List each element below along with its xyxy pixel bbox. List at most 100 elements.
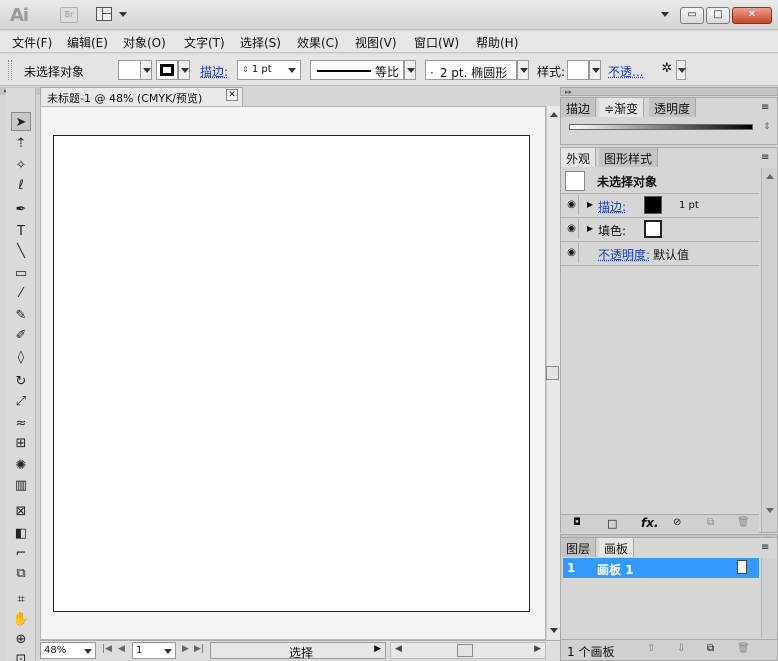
menu-item-5[interactable]: 效果(C) [297, 34, 339, 51]
free-transform-tool-icon[interactable]: ⊞ [11, 434, 31, 453]
menu-item-7[interactable]: 窗口(W) [414, 34, 459, 51]
eraser-tool-icon[interactable]: ◊ [11, 348, 31, 367]
fill-dropdown[interactable] [140, 60, 152, 80]
blend-tool-icon[interactable]: ⧉ [11, 564, 31, 583]
scale-tool-icon[interactable]: ⤢ [11, 392, 31, 411]
appearance-scroll-down-icon[interactable] [766, 508, 774, 513]
menu-item-4[interactable]: 选择(S) [240, 34, 281, 51]
artboards-scrollbar[interactable] [761, 558, 777, 638]
tab-artboards[interactable]: 画板 [599, 538, 634, 557]
column-graph-tool-icon[interactable]: ▥ [11, 476, 31, 495]
document-tab-close-icon[interactable]: ✕ [226, 89, 238, 101]
menu-item-8[interactable]: 帮助(H) [476, 34, 518, 51]
menu-item-6[interactable]: 视图(V) [355, 34, 397, 51]
opacity-link[interactable]: 不透... [608, 63, 643, 80]
recolor-dropdown[interactable] [676, 60, 686, 80]
scroll-down-icon[interactable] [550, 628, 558, 633]
add-effect-icon[interactable]: fx. [641, 516, 659, 530]
delete-artboard-icon[interactable]: 🗑 [737, 643, 750, 654]
stroke-weight-stepper[interactable]: ⇕ [242, 65, 249, 74]
type-tool-icon[interactable]: T [11, 222, 31, 241]
menu-item-2[interactable]: 对象(O) [123, 34, 166, 51]
delete-item-icon[interactable]: 🗑 [737, 517, 750, 528]
zoom-field[interactable]: 48% [40, 642, 96, 659]
pen-tool-icon[interactable]: ✒ [11, 200, 31, 219]
horizontal-scroll-thumb[interactable] [457, 644, 473, 657]
appearance-menu-icon[interactable]: ≡ [761, 152, 769, 163]
artboard-tool-icon[interactable]: ⊡ [11, 650, 31, 661]
new-artboard-icon[interactable]: ⧉ [707, 643, 714, 654]
close-button[interactable]: ✕ [732, 7, 772, 24]
artboards-menu-icon[interactable]: ≡ [761, 542, 769, 553]
minimize-button[interactable]: ▭ [680, 7, 704, 24]
recolor-artwork-icon[interactable]: ✲ [658, 61, 676, 79]
tab-layers[interactable]: 图层 [561, 538, 596, 557]
dock-header[interactable]: ▸▸ [560, 87, 778, 96]
paintbrush-tool-icon[interactable]: ⁄ [11, 284, 31, 303]
duplicate-item-icon[interactable]: ⧉ [707, 517, 714, 528]
vertical-scroll-thumb[interactable] [546, 366, 559, 380]
stroke-swatch[interactable] [156, 60, 178, 80]
tab-transparency[interactable]: 透明度 [649, 98, 696, 117]
brush-definition[interactable]: · 2 pt. 椭圆形 [425, 60, 517, 80]
warp-tool-icon[interactable]: ≈ [11, 414, 31, 433]
arrange-documents-icon[interactable] [96, 7, 112, 21]
scroll-right-icon[interactable]: ▶ [534, 644, 541, 654]
appearance-fill-row[interactable]: ◉ ▶ 填色: [561, 218, 759, 242]
arrange-dropdown-icon[interactable] [119, 12, 127, 17]
control-bar-grip[interactable] [8, 60, 12, 80]
first-artboard-icon[interactable]: |◀ [102, 644, 112, 654]
artboard[interactable] [53, 135, 530, 612]
appearance-scroll-up-icon[interactable] [766, 174, 774, 179]
artboard-options-icon[interactable] [737, 560, 747, 574]
mesh-tool-icon[interactable]: ⊠ [11, 502, 31, 521]
menu-item-0[interactable]: 文件(F) [12, 34, 52, 51]
variable-width-profile[interactable]: 等比 [310, 60, 404, 80]
artboard-number-field[interactable]: 1 [132, 642, 176, 659]
add-fill-icon[interactable]: □ [607, 517, 617, 530]
tab-graphic-styles[interactable]: 图形样式 [599, 148, 658, 167]
rotate-tool-icon[interactable]: ↻ [11, 372, 31, 391]
appearance-opacity-row[interactable]: ◉ 不透明度: 默认值 [561, 242, 759, 266]
eye-icon[interactable]: ◉ [565, 195, 579, 215]
dock-collapse-icon[interactable]: ▸▸ [565, 88, 572, 96]
artboard-row[interactable]: 1 画板 1 [563, 558, 759, 578]
move-down-icon[interactable]: ⇩ [677, 643, 685, 654]
eyedropper-tool-icon[interactable]: ⌐ [11, 544, 31, 563]
status-menu-arrow-icon[interactable]: ▶ [374, 644, 381, 654]
eye-icon[interactable]: ◉ [565, 219, 579, 239]
tab-stroke[interactable]: 描边 [561, 98, 596, 117]
slice-tool-icon[interactable]: ⌗ [11, 590, 31, 609]
tab-gradient[interactable]: ≑渐变 [599, 98, 644, 117]
stroke-label-link[interactable]: 描边: [200, 63, 228, 80]
move-up-icon[interactable]: ⇧ [647, 643, 655, 654]
symbol-sprayer-tool-icon[interactable]: ✺ [11, 456, 31, 475]
appearance-scrollbar[interactable] [761, 168, 777, 532]
lasso-tool-icon[interactable]: ℓ [11, 176, 31, 195]
maximize-button[interactable]: □ [706, 7, 730, 24]
appearance-fill-swatch[interactable] [644, 220, 662, 238]
status-mode-menu[interactable]: 选择 ▶ [210, 642, 386, 659]
expand-triangle-icon[interactable]: ▶ [587, 200, 593, 209]
menu-item-3[interactable]: 文字(T) [184, 34, 225, 51]
zoom-tool-icon[interactable]: ⊕ [11, 630, 31, 649]
scroll-left-icon[interactable]: ◀ [395, 644, 402, 654]
bridge-button[interactable]: Br [60, 7, 78, 23]
last-artboard-icon[interactable]: ▶| [194, 644, 204, 654]
expand-triangle-icon[interactable]: ▶ [587, 224, 593, 233]
next-artboard-icon[interactable]: ▶ [182, 644, 189, 654]
blob-brush-tool-icon[interactable]: ✐ [11, 326, 31, 345]
prev-artboard-icon[interactable]: ◀ [118, 644, 125, 654]
appearance-stroke-swatch[interactable] [644, 196, 662, 214]
stroke-weight-field[interactable]: ⇕ 1 pt [237, 60, 301, 80]
appearance-opacity-link[interactable]: 不透明度: [598, 246, 650, 263]
menu-item-1[interactable]: 编辑(E) [67, 34, 108, 51]
hand-tool-icon[interactable]: ✋ [11, 610, 31, 629]
graphic-style-dropdown[interactable] [589, 60, 601, 80]
stroke-dropdown[interactable] [178, 60, 190, 80]
magic-wand-tool-icon[interactable]: ✧ [11, 156, 31, 175]
direct-selection-tool-icon[interactable]: ⇡ [11, 134, 31, 153]
line-tool-icon[interactable]: ╲ [11, 242, 31, 261]
panel-resize-icon[interactable]: ⇕ [763, 122, 771, 132]
profile-dropdown[interactable] [404, 60, 416, 80]
